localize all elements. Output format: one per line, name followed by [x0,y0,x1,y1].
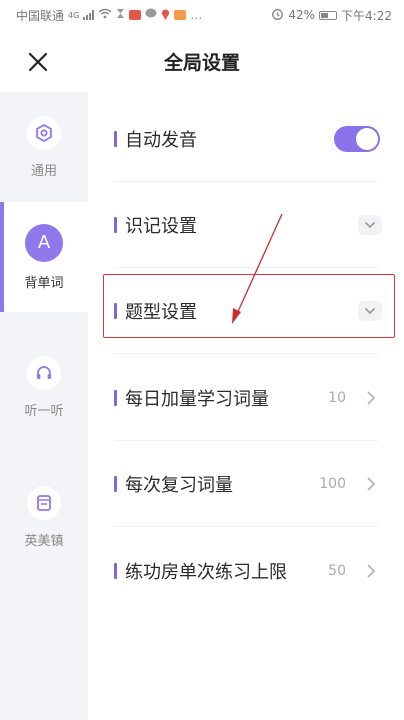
sidebar-item-town[interactable]: 英美镇 [0,462,88,572]
setting-value: 10 [328,390,346,406]
chevron-down-icon [364,221,376,229]
active-indicator [0,202,4,312]
sidebar-item-label: 背单词 [24,275,64,291]
setting-row-practice-limit[interactable]: 练功房单次练习上限 50 [88,528,404,614]
sidebar-item-listening[interactable]: 听一听 [0,332,88,442]
battery-icon [319,10,338,20]
expand-button[interactable] [358,301,382,321]
sidebar-item-label: 听一听 [24,403,64,419]
toggle-knob [356,128,378,150]
setting-row-memorize[interactable]: 识记设置 [88,182,404,268]
setting-label: 识记设置 [125,216,197,237]
app-badge-icon [174,10,187,20]
header: 全局设置 [0,30,404,92]
setting-value: 100 [319,476,346,492]
clock-time: 下午4:22 [341,8,392,23]
row-marker [114,563,117,579]
row-marker [114,476,117,492]
setting-label: 题型设置 [125,302,197,323]
more-notifications-icon: … [190,8,203,22]
page-title: 全局设置 [163,51,240,74]
setting-row-review-count[interactable]: 每次复习词量 100 [88,441,404,527]
carrier-name: 中国联通 [16,8,65,23]
row-marker [114,390,117,406]
sidebar-item-label: 通用 [30,163,57,179]
setting-label: 每日加量学习词量 [125,389,269,410]
chevron-right-icon [360,387,382,409]
setting-label: 练功房单次练习上限 [125,562,287,583]
letter-a-icon: A [25,223,63,262]
sidebar-item-label: 英美镇 [24,533,64,549]
chevron-right-icon [360,473,382,495]
battery-percent: 42% [288,8,316,22]
close-button[interactable] [24,48,52,76]
status-left: 中国联通 4G … [16,7,202,24]
setting-value: 50 [328,563,346,579]
settings-hex-icon [27,115,61,150]
headphones-icon [27,355,61,390]
status-bar: 中国联通 4G … 42% 下午4:22 [0,0,404,30]
sidebar-item-vocabulary[interactable]: A 背单词 [0,202,88,312]
network-type: 4G [68,10,80,20]
divider [114,526,378,527]
wifi-icon [98,8,112,22]
signal-icon [83,10,95,20]
hourglass-icon [116,8,125,22]
divider [114,353,378,354]
chevron-down-icon [364,307,376,315]
app-notification-icon [129,10,142,20]
setting-row-question-type[interactable]: 题型设置 [88,268,404,354]
setting-row-daily-extra[interactable]: 每日加量学习词量 10 [88,355,404,441]
auto-pronounce-toggle[interactable] [334,126,380,152]
sidebar: 通用 A 背单词 听一听 英美镇 [0,92,88,720]
book-icon [27,485,61,520]
setting-label: 自动发音 [125,130,197,151]
location-pin-icon [161,8,170,23]
chevron-right-icon [360,560,382,582]
expand-button[interactable] [358,215,382,235]
row-marker [114,303,117,319]
row-marker [114,131,117,147]
close-icon [28,52,48,72]
setting-label: 每次复习词量 [125,475,233,496]
setting-row-auto-pronounce[interactable]: 自动发音 [88,96,404,182]
row-marker [114,217,117,233]
settings-list: 自动发音 识记设置 题型设置 每日加量学习词量 10 每次复习词量 100 练功… [88,92,404,720]
alarm-icon [271,8,284,23]
status-right: 42% 下午4:22 [271,7,392,24]
sidebar-item-general[interactable]: 通用 [0,92,88,202]
chat-bubble-icon [145,8,157,22]
